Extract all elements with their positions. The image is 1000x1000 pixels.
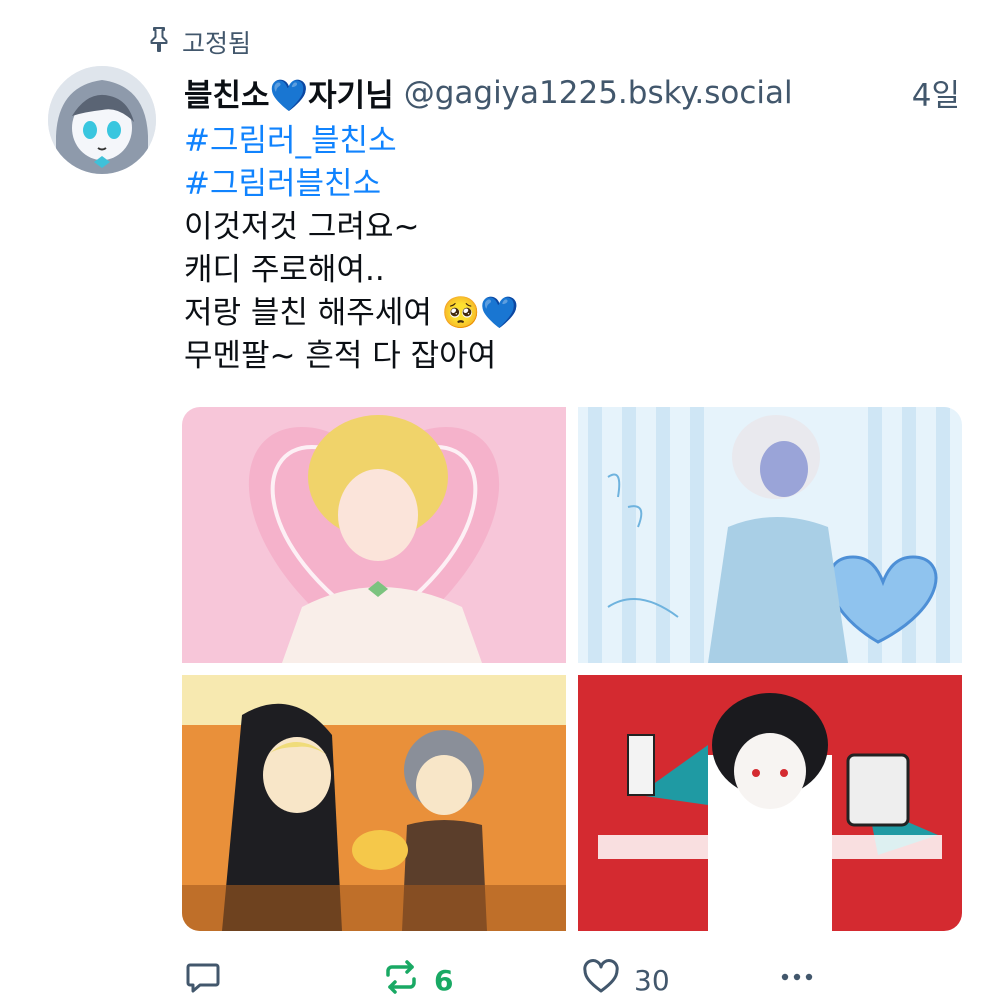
repost-button[interactable]: 6 — [382, 958, 453, 1000]
more-options-button[interactable] — [778, 958, 816, 1000]
post-actions: 6 30 — [184, 952, 964, 1000]
author-handle[interactable]: @gagiya1225.bsky.social — [404, 75, 793, 111]
repost-count: 6 — [434, 964, 454, 997]
like-count: 30 — [634, 964, 670, 997]
reply-icon — [184, 958, 222, 1000]
image-blonde-character[interactable] — [182, 407, 566, 663]
reply-button[interactable] — [184, 958, 236, 1000]
pinned-indicator: 고정됨 — [148, 24, 251, 60]
heart-icon — [582, 958, 620, 1000]
post-header: 블친소💙자기님 @gagiya1225.bsky.social 4일 — [184, 70, 964, 115]
media-grid — [182, 407, 962, 931]
post-line: 저랑 블친 해주세여 🥺💙 — [184, 295, 519, 331]
author-display-name[interactable]: 블친소💙자기님 — [184, 70, 394, 115]
hashtag-link[interactable]: #그림러_블친소 — [184, 120, 944, 163]
pinned-label: 고정됨 — [182, 29, 252, 58]
post-age[interactable]: 4일 — [912, 70, 960, 115]
image-red-allergy-character[interactable] — [578, 675, 962, 931]
post-text: #그림러_블친소 #그림러블친소 이것저것 그려요~ 캐디 주로해여.. 저랑 … — [184, 120, 944, 378]
post-line: 캐디 주로해여.. — [184, 252, 385, 288]
more-icon — [778, 958, 816, 1000]
post-line: 무멘팔~ 흔적 다 잡아여 — [184, 338, 497, 374]
image-halloween-characters[interactable] — [182, 675, 566, 931]
like-button[interactable]: 30 — [582, 958, 670, 1000]
avatar[interactable] — [48, 66, 156, 174]
hashtag-link[interactable]: #그림러블친소 — [184, 163, 944, 206]
author-info[interactable]: 블친소💙자기님 @gagiya1225.bsky.social — [184, 70, 793, 115]
post-line: 이것저것 그려요~ — [184, 209, 420, 245]
image-bluehair-character[interactable] — [578, 407, 962, 663]
repost-icon — [382, 958, 420, 1000]
pin-icon — [148, 26, 170, 58]
